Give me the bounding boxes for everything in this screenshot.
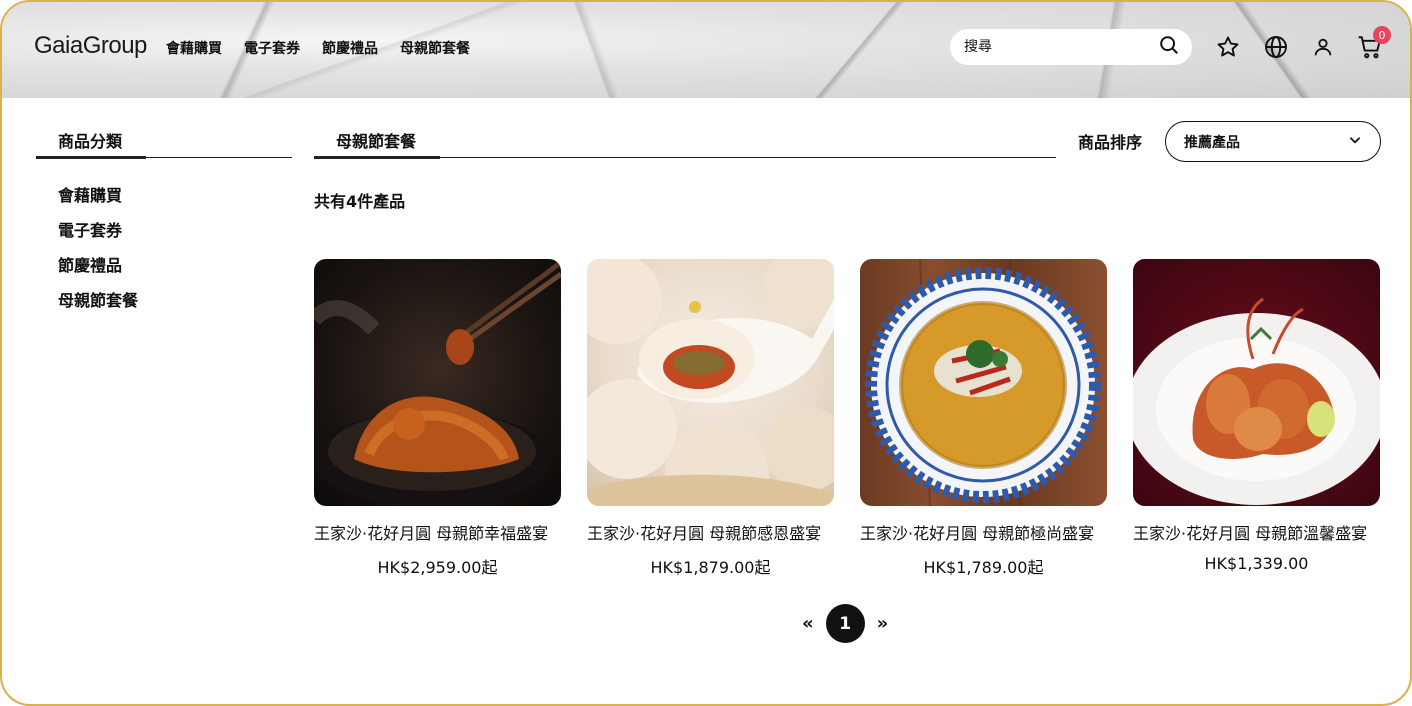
- product-card[interactable]: 王家沙·花好月圓 母親節幸福盛宴 HK$2,959.00起: [314, 259, 561, 578]
- favorites-star-icon[interactable]: [1213, 32, 1243, 62]
- category-item-evouchers[interactable]: 電子套券: [58, 221, 292, 256]
- search-icon[interactable]: [1158, 34, 1180, 60]
- sidebar-title: 商品分類: [58, 132, 123, 151]
- sidebar-title-underline: [36, 156, 146, 159]
- page-frame: GaiaGroup 會藉購買 電子套券 節慶禮品 母親節套餐 0: [0, 0, 1412, 706]
- pagination-prev-button[interactable]: «: [802, 613, 814, 634]
- site-logo[interactable]: GaiaGroup: [34, 32, 147, 60]
- product-card[interactable]: 王家沙·花好月圓 母親節感恩盛宴 HK$1,879.00起: [587, 259, 834, 578]
- category-heading: 母親節套餐: [314, 120, 1056, 159]
- product-name[interactable]: 王家沙·花好月圓 母親節溫馨盛宴: [1133, 520, 1380, 544]
- category-list: 會藉購買 電子套券 節慶禮品 母親節套餐: [36, 186, 292, 326]
- search-input[interactable]: [964, 39, 1158, 55]
- product-price: HK$1,789.00起: [923, 558, 1044, 577]
- product-image[interactable]: [1133, 259, 1380, 506]
- product-price: HK$1,879.00起: [650, 558, 771, 577]
- product-price: HK$2,959.00起: [377, 558, 498, 577]
- page-title-underline: [314, 156, 440, 159]
- category-sidebar: 商品分類 會藉購買 電子套券 節慶禮品 母親節套餐: [36, 120, 292, 326]
- language-globe-icon[interactable]: [1261, 32, 1291, 62]
- shopping-cart-icon[interactable]: 0: [1355, 26, 1391, 62]
- sort-selected-value: 推薦產品: [1184, 134, 1240, 151]
- page-title: 母親節套餐: [336, 132, 417, 151]
- category-item-membership[interactable]: 會藉購買: [58, 186, 292, 221]
- account-user-icon[interactable]: [1308, 32, 1338, 62]
- product-image[interactable]: [314, 259, 561, 506]
- nav-item-membership[interactable]: 會藉購買: [166, 38, 222, 58]
- cart-count-badge: 0: [1373, 26, 1391, 44]
- product-count: 共有4件產品: [314, 192, 406, 211]
- pagination-current-page[interactable]: 1: [825, 604, 865, 643]
- nav-item-mothers-day[interactable]: 母親節套餐: [400, 38, 470, 58]
- nav-item-evouchers[interactable]: 電子套券: [244, 38, 300, 58]
- search-box: [950, 29, 1192, 65]
- category-item-festive-gifts[interactable]: 節慶禮品: [58, 256, 292, 291]
- product-name[interactable]: 王家沙·花好月圓 母親節幸福盛宴: [314, 520, 561, 544]
- sort-dropdown[interactable]: 推薦產品: [1165, 121, 1381, 162]
- product-price: HK$1,339.00: [1204, 554, 1309, 573]
- chevron-down-icon: [1348, 133, 1362, 151]
- sort-label: 商品排序: [1078, 133, 1143, 152]
- pagination-next-button[interactable]: »: [877, 613, 889, 634]
- product-grid: 王家沙·花好月圓 母親節幸福盛宴 HK$2,959.00起 王家沙·花好月圓 母…: [314, 259, 1380, 578]
- sidebar-header: 商品分類: [36, 120, 292, 159]
- pagination: « 1 »: [802, 604, 888, 643]
- product-name[interactable]: 王家沙·花好月圓 母親節極尚盛宴: [860, 520, 1107, 544]
- product-image[interactable]: [587, 259, 834, 506]
- category-item-mothers-day[interactable]: 母親節套餐: [58, 291, 292, 326]
- top-nav: 會藉購買 電子套券 節慶禮品 母親節套餐: [166, 38, 470, 58]
- product-image[interactable]: [860, 259, 1107, 506]
- nav-item-festive-gifts[interactable]: 節慶禮品: [322, 38, 378, 58]
- product-name[interactable]: 王家沙·花好月圓 母親節感恩盛宴: [587, 520, 834, 544]
- site-header: GaiaGroup 會藉購買 電子套券 節慶禮品 母親節套餐 0: [2, 2, 1410, 98]
- product-card[interactable]: 王家沙·花好月圓 母親節極尚盛宴 HK$1,789.00起: [860, 259, 1107, 578]
- product-card[interactable]: 王家沙·花好月圓 母親節溫馨盛宴 HK$1,339.00: [1133, 259, 1380, 578]
